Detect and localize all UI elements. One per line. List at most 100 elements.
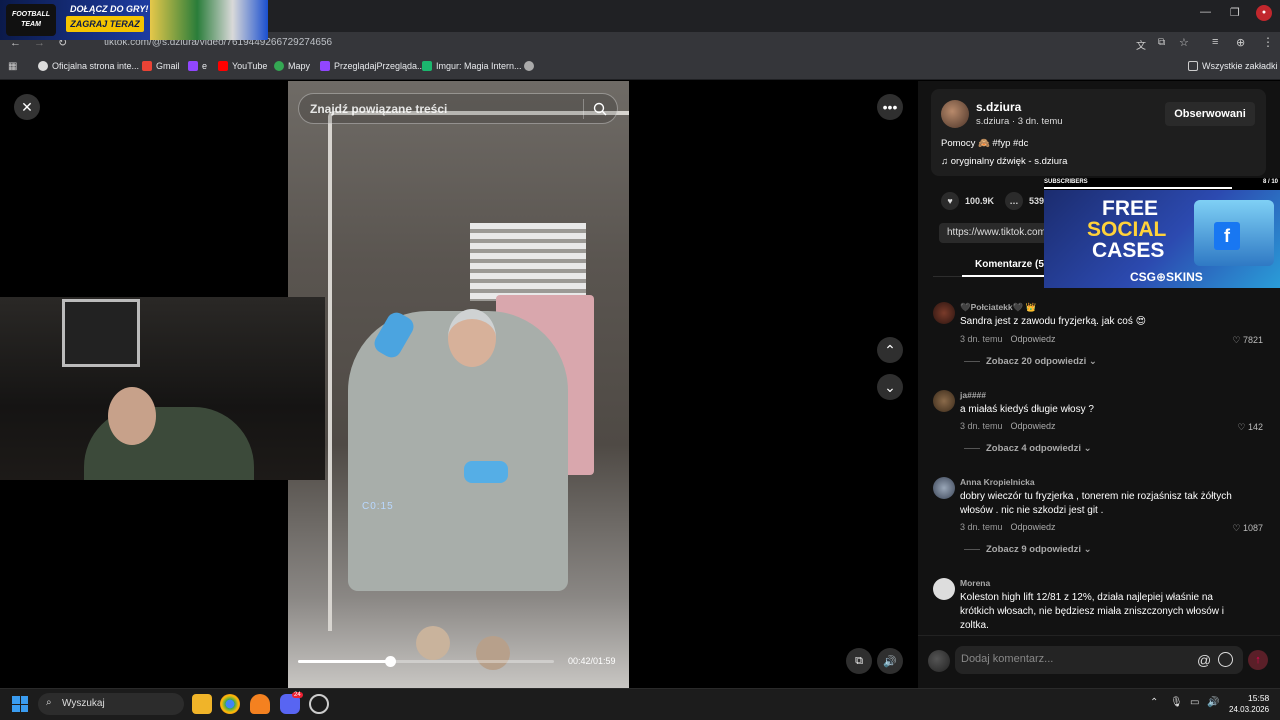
- microphone-icon[interactable]: 🎙: [1170, 697, 1183, 708]
- clock-time[interactable]: 15:58: [1248, 693, 1269, 703]
- video-player[interactable]: C0:15: [288, 81, 629, 688]
- chevron-down-icon[interactable]: ⌄: [877, 374, 903, 400]
- restore-icon[interactable]: ❐: [1230, 6, 1240, 19]
- csgo-skins-ad[interactable]: SUBSCRIBERS 8 / 10 f FREE SOCIAL CASES C…: [1044, 178, 1280, 288]
- webcam-overlay: [0, 297, 325, 480]
- tab-comments[interactable]: Komentarze (53: [975, 259, 1049, 270]
- taskbar-search[interactable]: ⌕ Wyszukaj: [38, 693, 184, 715]
- all-bookmarks[interactable]: Wszystkie zakładki: [1188, 61, 1278, 71]
- cast-icon[interactable]: ⧉: [1158, 37, 1165, 48]
- like-stat[interactable]: ♥ 100.9K: [941, 192, 994, 210]
- bookmark-item[interactable]: Mapy: [274, 61, 310, 71]
- windows-start-icon[interactable]: [12, 696, 28, 712]
- comment-stat[interactable]: … 539: [1005, 192, 1044, 210]
- sound-link[interactable]: ♫ oryginalny dźwięk - s.dziura: [941, 156, 1067, 167]
- emoji-icon[interactable]: [1218, 652, 1233, 667]
- view-replies-button[interactable]: Zobacz 20 odpowiedzi ⌄: [964, 356, 1097, 367]
- bookmark-item[interactable]: Oficjalna strona inte...: [38, 61, 139, 71]
- avatar[interactable]: [933, 302, 955, 324]
- comment-author[interactable]: ja####: [960, 390, 986, 400]
- comment-author[interactable]: Morena: [960, 578, 990, 588]
- reply-button[interactable]: Odpowiedz: [1011, 421, 1056, 431]
- file-explorer-icon[interactable]: [192, 694, 212, 714]
- avatar[interactable]: [933, 477, 955, 499]
- bookmark-item[interactable]: Gmail: [142, 61, 180, 71]
- streamer-head: [108, 387, 156, 445]
- apps-grid-icon[interactable]: ▦: [8, 61, 17, 72]
- view-replies-button[interactable]: Zobacz 4 odpowiedzi ⌄: [964, 443, 1092, 454]
- bookmark-item[interactable]: PrzeglądajPrzegląda...: [320, 61, 425, 71]
- twitch-icon: [320, 61, 330, 71]
- comment-text: a miałaś kiedyś długie włosy ?: [960, 404, 1094, 415]
- username[interactable]: s.dziura: [976, 100, 1021, 114]
- minimize-icon[interactable]: —: [1200, 6, 1211, 18]
- translate-icon[interactable]: 文: [1136, 37, 1146, 52]
- related-search-input[interactable]: Znajdź powiązane treści: [298, 93, 618, 124]
- avatar[interactable]: [941, 100, 969, 128]
- comment-meta: 3 dn. temu Odpowiedz: [960, 334, 1056, 344]
- faucet: [476, 636, 510, 670]
- comment-likes[interactable]: ♡ 7821: [1232, 335, 1263, 346]
- progress-fill: [298, 660, 391, 663]
- profile-icon[interactable]: ●: [1256, 5, 1272, 21]
- discord-badge: 24: [292, 692, 303, 698]
- obs-icon[interactable]: [309, 694, 329, 714]
- reply-button[interactable]: Odpowiedz: [1011, 522, 1056, 532]
- pip-icon[interactable]: ⧉: [846, 648, 872, 674]
- chevron-up-icon[interactable]: ⌃: [877, 337, 903, 363]
- mention-icon[interactable]: @: [1197, 652, 1211, 668]
- video-time: 00:42/01:59: [568, 656, 616, 666]
- bookmark-item[interactable]: YouTube: [218, 61, 267, 71]
- ad-cta-button[interactable]: ZAGRAJ TERAZ: [66, 16, 144, 32]
- chrome-icon[interactable]: [220, 694, 240, 714]
- faucet: [416, 626, 450, 660]
- progress-bar[interactable]: [298, 656, 554, 667]
- comment-text: Koleston high lift 12/81 z 12%, działa n…: [960, 592, 1224, 631]
- comment-likes[interactable]: ♡ 1087: [1232, 523, 1263, 534]
- bookmark-item[interactable]: Imgur: Magia Intern...: [422, 61, 522, 71]
- avatar[interactable]: [933, 578, 955, 600]
- network-icon[interactable]: ▭: [1190, 697, 1199, 708]
- cloudflare-icon[interactable]: [250, 694, 270, 714]
- search-icon[interactable]: [593, 102, 607, 116]
- send-button[interactable]: ↑: [1248, 650, 1268, 670]
- youtube-icon: [218, 61, 228, 71]
- search-placeholder: Znajdź powiązane treści: [310, 102, 448, 116]
- close-icon[interactable]: ✕: [14, 94, 40, 120]
- comment-item: Anna Kropielnicka dobry wieczór tu fryzj…: [933, 477, 1273, 557]
- bookmarks-bar: ▦ Oficjalna strona inte... Gmail e YouTu…: [0, 56, 1280, 80]
- maps-icon: [274, 61, 284, 71]
- view-replies-button[interactable]: Zobacz 9 odpowiedzi ⌄: [964, 544, 1092, 555]
- divider: [583, 99, 584, 119]
- bookmark-item[interactable]: e: [188, 61, 207, 71]
- post-subline: s.dziura · 3 dn. temu: [976, 116, 1063, 127]
- bookmark-star-icon[interactable]: ☆: [1179, 36, 1189, 49]
- shelf: [62, 299, 140, 367]
- speaker-icon[interactable]: 🔊: [1207, 697, 1219, 708]
- imgur-icon: [422, 61, 432, 71]
- reply-button[interactable]: Odpowiedz: [1011, 334, 1056, 344]
- twitch-icon: [188, 61, 198, 71]
- comment-text: Sandra jest z zawodu fryzjerką. jak coś …: [960, 316, 1147, 327]
- avatar[interactable]: [933, 390, 955, 412]
- comment-author[interactable]: 🖤Połciatekk🖤 👑: [960, 302, 1036, 313]
- ad-banner[interactable]: FOOTBALL TEAM DOŁĄCZ DO GRY! ZAGRAJ TERA…: [0, 0, 268, 40]
- extensions-icon[interactable]: ⊕: [1236, 36, 1245, 49]
- clock-date[interactable]: 24.03.2026: [1229, 705, 1269, 714]
- comment-author[interactable]: Anna Kropielnicka: [960, 477, 1035, 487]
- menu-dots-icon[interactable]: ⋮: [1262, 35, 1274, 49]
- mirror-clock: C0:15: [362, 501, 394, 512]
- comment-icon: …: [1005, 192, 1023, 210]
- person-head: [448, 309, 496, 367]
- comment-placeholder: Dodaj komentarz...: [961, 653, 1054, 665]
- bookmark-item[interactable]: [524, 61, 534, 71]
- more-options-icon[interactable]: •••: [877, 94, 903, 120]
- reading-list-icon[interactable]: ≡: [1212, 36, 1218, 48]
- follow-button[interactable]: Obserwowani: [1165, 102, 1255, 126]
- ad-title: DOŁĄCZ DO GRY!: [70, 4, 149, 14]
- comment-likes[interactable]: ♡ 142: [1237, 422, 1263, 433]
- volume-icon[interactable]: 🔊: [877, 648, 903, 674]
- chevron-up-icon[interactable]: ⌃: [1150, 697, 1158, 708]
- glove: [464, 461, 508, 483]
- comment-text: dobry wieczór tu fryzjerka , tonerem nie…: [960, 491, 1232, 516]
